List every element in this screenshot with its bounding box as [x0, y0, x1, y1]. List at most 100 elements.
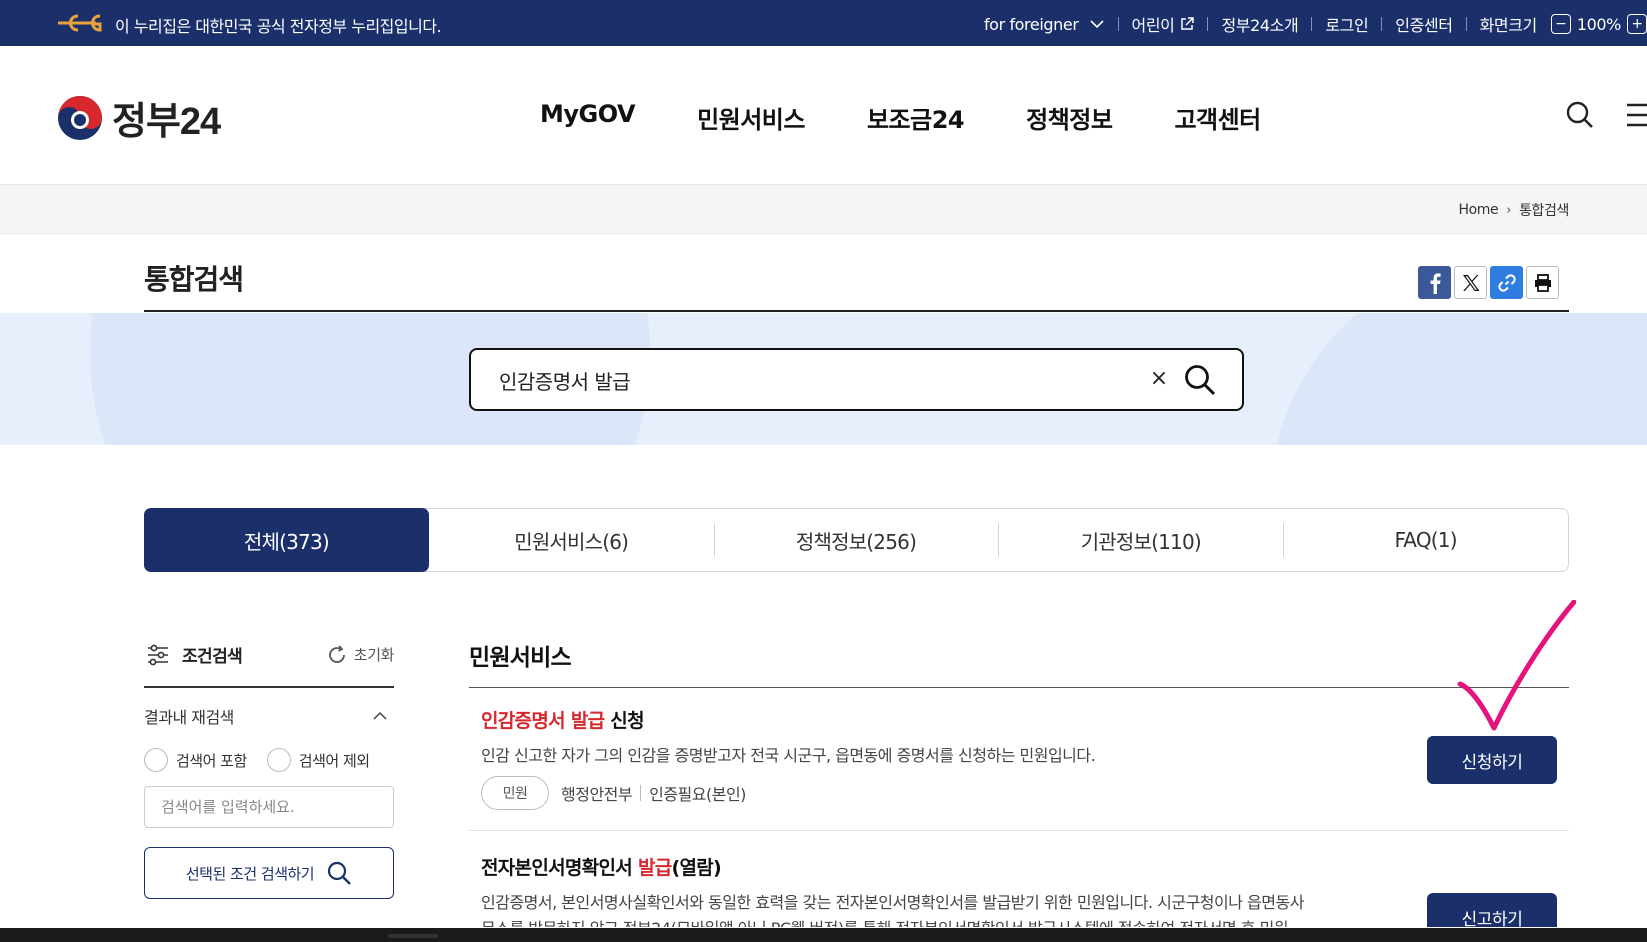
keyword-options: 검색어 포함 검색어 제외 — [144, 748, 370, 772]
result-title-link[interactable]: 인감증명서 발급 신청 — [481, 706, 645, 733]
kids-link[interactable]: 어린이 — [1132, 12, 1195, 36]
result-title-highlight: 발급 — [637, 857, 672, 879]
foreigner-menu[interactable]: for foreigner — [984, 15, 1105, 34]
copy-link-button[interactable] — [1490, 266, 1523, 299]
site-header: 정부24 MyGOV 민원서비스 보조금24 정책정보 고객센터 — [0, 46, 1647, 185]
tab-faq[interactable]: FAQ(1) — [1283, 509, 1568, 571]
condition-search-label: 선택된 조건 검색하기 — [185, 864, 315, 883]
egov-logo-icon — [58, 14, 102, 32]
condition-search-button[interactable]: 선택된 조건 검색하기 — [144, 847, 394, 899]
kids-label: 어린이 — [1131, 16, 1175, 35]
result-description: 인감 신고한 자가 그의 인감을 증명받고자 전국 시군구, 읍면동에 증명서를… — [481, 746, 1096, 765]
result-title-rest: 신청 — [604, 710, 644, 732]
search-submit-icon[interactable] — [1183, 363, 1217, 397]
tab-agency[interactable]: 기관정보(110) — [998, 509, 1283, 571]
link-icon — [1497, 273, 1516, 292]
taskbar-indicator — [388, 934, 438, 938]
include-label: 검색어 포함 — [176, 751, 247, 770]
reset-button[interactable]: 초기화 — [326, 644, 394, 666]
filter-divider — [144, 686, 394, 688]
divider — [1465, 17, 1467, 31]
printer-icon — [1534, 273, 1551, 292]
nav-civil-service[interactable]: 민원서비스 — [697, 100, 805, 135]
divider — [1311, 17, 1313, 31]
search-box: × — [469, 348, 1244, 411]
search-icon — [328, 861, 351, 885]
page-title: 통합검색 — [144, 263, 244, 296]
result-title-highlight: 인감증명서 발급 — [481, 710, 605, 732]
taegeuk-logo-icon — [58, 95, 102, 140]
tab-civil-service[interactable]: 민원서비스(6) — [429, 509, 714, 571]
divider — [1207, 17, 1209, 31]
filter-sliders-icon — [148, 644, 168, 665]
refresh-icon — [328, 644, 345, 663]
apply-button[interactable]: 신청하기 — [1427, 736, 1557, 784]
nav-subsidy[interactable]: 보조금24 — [867, 100, 965, 135]
chevron-down-icon — [1089, 20, 1104, 29]
divider — [1117, 17, 1119, 31]
zoom-out-button[interactable]: − — [1550, 14, 1571, 34]
zoom-level: 100% — [1576, 14, 1622, 34]
result-title-link[interactable]: 전자본인서명확인서 발급(열람) — [481, 853, 722, 880]
category-chip: 민원 — [481, 776, 549, 810]
x-share-button[interactable] — [1454, 266, 1487, 299]
hamburger-menu-icon[interactable] — [1625, 102, 1647, 128]
nav-customer-center[interactable]: 고객센터 — [1174, 100, 1261, 135]
result-description-continued: 무소를 방문하지 않고 정부24(모바일앱 아닌 PC웹 버전)를 통해 전자본… — [481, 915, 1302, 927]
auth-requirement: 인증필요(본인) — [649, 785, 746, 804]
breadcrumb-home[interactable]: Home — [1459, 202, 1499, 218]
research-label: 결과내 재검색 — [144, 708, 234, 727]
divider — [640, 785, 642, 801]
result-item: 인감증명서 발급 신청 인감 신고한 자가 그의 인감을 증명받고자 전국 시군… — [469, 688, 1569, 831]
include-radio[interactable] — [144, 748, 168, 772]
banner-decoration — [1270, 313, 1647, 445]
nav-policy[interactable]: 정책정보 — [1026, 100, 1113, 135]
report-button[interactable]: 신고하기 — [1427, 893, 1557, 927]
gov-banner: 이 누리집은 대한민국 공식 전자정부 누리집입니다. for foreigne… — [0, 0, 1647, 46]
facebook-icon — [1430, 272, 1441, 294]
clear-search-button[interactable]: × — [1147, 366, 1171, 394]
main-nav: MyGOV 민원서비스 보조금24 정책정보 고객센터 — [540, 100, 1323, 135]
share-tools — [1415, 266, 1559, 299]
tab-all[interactable]: 전체(373) — [144, 508, 429, 572]
divider — [1381, 17, 1383, 31]
foreigner-label: for foreigner — [983, 14, 1079, 34]
research-toggle[interactable]: 결과내 재검색 — [144, 704, 394, 728]
breadcrumb-bar: Home › 통합검색 — [0, 185, 1647, 234]
brand-name: 정부24 — [112, 101, 221, 143]
about-link[interactable]: 정부24소개 — [1221, 12, 1298, 36]
result-title-pre: 전자본인서명확인서 — [481, 857, 638, 879]
exclude-label: 검색어 제외 — [298, 751, 370, 770]
print-button[interactable] — [1526, 266, 1559, 299]
breadcrumb-current: 통합검색 — [1519, 203, 1569, 219]
screen-size-label: 화면크기 — [1479, 16, 1538, 35]
filter-title: 조건검색 — [182, 647, 243, 667]
login-link[interactable]: 로그인 — [1325, 12, 1368, 36]
gov-notice: 이 누리집은 대한민국 공식 전자정부 누리집입니다. — [115, 17, 442, 36]
chevron-up-icon — [373, 711, 387, 720]
result-item: 전자본인서명확인서 발급(열람) 인감증명서, 본인서명사실확인서와 동일한 효… — [469, 831, 1569, 927]
agency-name: 행정안전부 — [561, 785, 633, 804]
result-tabs: 전체(373) 민원서비스(6) 정책정보(256) 기관정보(110) FAQ… — [144, 508, 1569, 572]
section-title: 민원서비스 — [469, 645, 572, 671]
breadcrumb: Home › 통합검색 — [1459, 200, 1570, 220]
exclude-radio[interactable] — [266, 748, 291, 772]
nav-mygov[interactable]: MyGOV — [540, 100, 636, 135]
x-logo-icon — [1462, 274, 1479, 291]
zoom-in-button[interactable]: + — [1627, 14, 1647, 34]
tab-policy[interactable]: 정책정보(256) — [713, 509, 999, 571]
result-title-post: (열람) — [671, 857, 722, 879]
result-description: 인감증명서, 본인서명사실확인서와 동일한 효력을 갖는 전자본인서명확인서를 … — [481, 893, 1304, 912]
site-logo[interactable]: 정부24 — [56, 90, 221, 145]
reset-label: 초기화 — [353, 646, 395, 664]
facebook-share-button[interactable] — [1418, 266, 1451, 299]
utility-menu: for foreigner 어린이 정부24소개 로그인 인증센터 화면크기 −… — [984, 12, 1647, 36]
search-input[interactable] — [499, 364, 1139, 396]
chevron-right-icon: › — [1506, 202, 1512, 218]
external-link-icon — [1181, 17, 1195, 30]
taskbar — [0, 928, 1647, 942]
cert-center-link[interactable]: 인증센터 — [1395, 12, 1453, 36]
title-divider — [144, 310, 1569, 312]
research-input[interactable] — [144, 786, 394, 828]
search-icon[interactable] — [1565, 100, 1595, 130]
